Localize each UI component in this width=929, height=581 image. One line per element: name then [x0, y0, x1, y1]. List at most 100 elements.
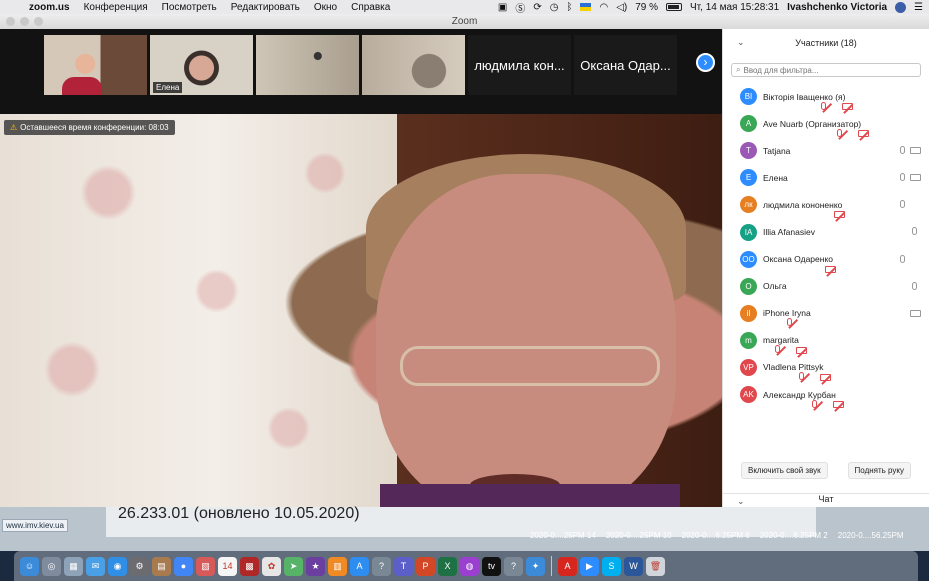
microphone-icon[interactable] [900, 173, 905, 182]
microphone-muted-icon[interactable] [821, 101, 827, 110]
imovie-icon[interactable]: ★ [306, 556, 325, 576]
keyboard-layout-icon[interactable] [580, 3, 592, 11]
microphone-muted-icon[interactable] [774, 345, 780, 354]
help-icon[interactable]: ? [372, 556, 391, 576]
participant-filter-input[interactable] [743, 65, 914, 75]
sync-icon[interactable]: ⟳ [533, 2, 541, 13]
microphone-icon[interactable] [900, 254, 905, 263]
raise-hand-button[interactable]: Поднять руку [847, 462, 911, 479]
chat-header[interactable]: ⌄ Чат [723, 493, 929, 507]
skype-icon[interactable]: S [602, 556, 621, 576]
volume-icon[interactable]: ◁) [616, 2, 627, 13]
participant-row[interactable]: T Tatjana [723, 137, 929, 164]
chrome-icon[interactable]: ● [174, 556, 193, 576]
maps-icon[interactable]: ➤ [284, 556, 303, 576]
acrobat-icon[interactable]: A [558, 556, 577, 576]
user-name[interactable]: Ivashchenko Victoria [787, 2, 887, 13]
microphone-muted-icon[interactable] [799, 372, 805, 381]
microphone-icon[interactable] [900, 146, 905, 155]
camera-off-icon[interactable] [820, 373, 832, 381]
participant-row[interactable]: IA Illia Afanasiev [723, 218, 929, 245]
participant-row[interactable]: VP Vladlena Pittsyk [723, 354, 929, 381]
microphone-icon[interactable] [900, 200, 905, 209]
chevron-down-icon[interactable]: ⌄ [737, 496, 745, 507]
video-thumb-elena[interactable]: Елена [150, 35, 253, 95]
participant-row[interactable]: лк людмила кононенко [723, 191, 929, 219]
preview-icon[interactable]: ▦ [64, 556, 83, 576]
camera-off-icon[interactable] [832, 401, 844, 409]
photos-icon[interactable]: ✿ [262, 556, 281, 576]
active-speaker-video[interactable] [0, 114, 722, 507]
menu-edit[interactable]: Редактировать [224, 2, 307, 13]
video-thumb-4[interactable] [362, 35, 465, 95]
desktop-file[interactable]: 2020-0....25PM 10 [606, 531, 672, 540]
menu-view[interactable]: Посмотреть [155, 2, 224, 13]
excel-icon[interactable]: X [438, 556, 457, 576]
video-thumb-1[interactable] [44, 35, 147, 95]
clock[interactable]: Чт, 14 мая 15:28:31 [690, 2, 779, 13]
gallery-next-button[interactable]: › [696, 53, 715, 72]
desktop-file[interactable]: 2020-0....56.25PM [838, 531, 904, 540]
participant-row[interactable]: m margarita [723, 327, 929, 354]
camera-off-icon[interactable] [825, 265, 836, 273]
participant-row[interactable]: iI iPhone Iryna [723, 300, 929, 327]
desktop-file[interactable]: 2020-0....6.25PM 2 [760, 531, 828, 540]
powerpoint-icon[interactable]: P [416, 556, 435, 576]
menu-conference[interactable]: Конференция [77, 2, 155, 13]
menu-help[interactable]: Справка [344, 2, 397, 13]
microphone-muted-icon[interactable] [811, 399, 817, 408]
camera-icon[interactable] [910, 174, 921, 182]
calendar-icon[interactable]: 14 [218, 556, 237, 576]
finder-icon[interactable]: ☺ [20, 556, 39, 576]
skype-status-icon[interactable]: Ⓢ [515, 0, 525, 15]
safari-icon[interactable]: ◉ [108, 556, 127, 576]
menu-window[interactable]: Окно [307, 2, 344, 13]
participant-row[interactable]: A Ave Nuarb (Организатор) [723, 110, 929, 138]
camera-off-icon[interactable] [842, 103, 854, 111]
books-icon[interactable]: ▥ [328, 556, 347, 576]
user-avatar-icon[interactable] [895, 1, 907, 13]
help2-icon[interactable]: ? [504, 556, 523, 576]
zoom-status-icon[interactable]: ▣ [498, 2, 507, 13]
participant-row[interactable]: E Елена [723, 164, 929, 191]
close-window-button[interactable] [6, 17, 15, 26]
unmute-button[interactable]: Включить свой звук [741, 462, 828, 479]
video-thumb-3[interactable] [256, 35, 359, 95]
photo-icon[interactable]: ▧ [196, 556, 215, 576]
microphone-muted-icon[interactable] [786, 318, 792, 327]
participant-row[interactable]: BI Вікторія Іващенко (я) [723, 83, 929, 111]
participant-row[interactable]: O Ольга [723, 273, 929, 300]
microphone-muted-icon[interactable] [837, 128, 843, 137]
background-url[interactable]: www.imv.kiev.ua [2, 519, 68, 532]
mail-icon[interactable]: ✉ [86, 556, 105, 576]
chevron-down-icon[interactable]: ⌄ [737, 37, 745, 48]
control-center-icon[interactable]: ☰ [914, 2, 923, 13]
appstore-icon[interactable]: A [350, 556, 369, 576]
word-icon[interactable]: W [624, 556, 643, 576]
camera-icon[interactable] [910, 147, 921, 155]
participant-filter[interactable]: ⌕ [731, 63, 921, 77]
appletv-icon[interactable]: tv [482, 556, 501, 576]
battery-icon[interactable] [666, 3, 683, 11]
minimize-window-button[interactable] [20, 17, 29, 26]
desktop-file[interactable]: 2020-0....6.25PM 6 [682, 531, 750, 540]
bluetooth-icon[interactable]: ᛒ [566, 2, 572, 13]
trash-icon[interactable]: 🗑 [646, 556, 665, 576]
wifi-icon[interactable]: ◠ [599, 2, 608, 13]
participant-row[interactable]: ДДар'я [723, 408, 929, 413]
zoom-icon[interactable]: ▶ [580, 556, 599, 576]
video-thumb-lyudmila[interactable]: людмила кон... [468, 35, 571, 95]
participant-row[interactable]: AK Александр Курбан [723, 381, 929, 409]
notes-brown-icon[interactable]: ▤ [152, 556, 171, 576]
participant-row[interactable]: OO Оксана Одаренко [723, 246, 929, 273]
photo-booth-icon[interactable]: ▩ [240, 556, 259, 576]
teams-icon[interactable]: T [394, 556, 413, 576]
camera-icon[interactable] [910, 309, 921, 317]
camera-off-icon[interactable] [795, 346, 807, 354]
microphone-icon[interactable] [912, 227, 917, 236]
camera-off-icon[interactable] [858, 130, 870, 138]
launchpad-icon[interactable]: ◎ [42, 556, 61, 576]
time-machine-icon[interactable]: ◷ [550, 2, 559, 13]
podcasts-icon[interactable]: ◍ [460, 556, 479, 576]
system-preferences-icon[interactable]: ⚙ [130, 556, 149, 576]
